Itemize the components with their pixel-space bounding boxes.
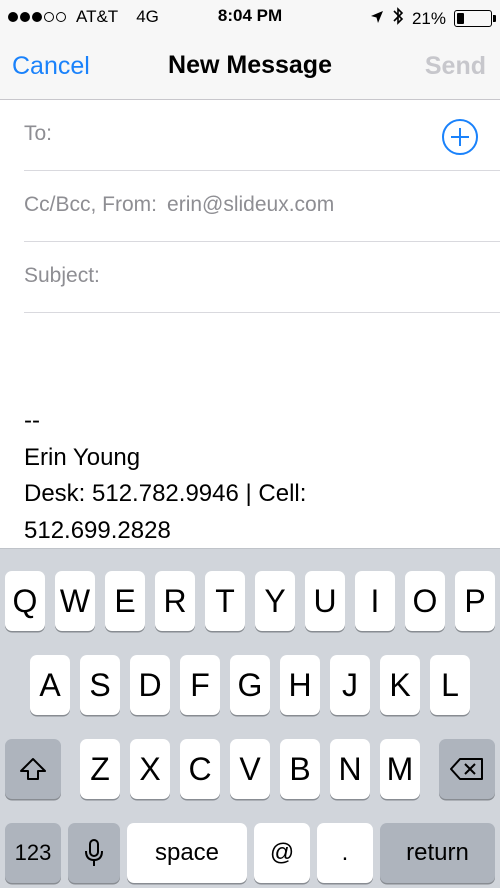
shift-icon: [19, 757, 47, 781]
cc-bcc-from-label: Cc/Bcc, From:: [24, 193, 158, 216]
add-contact-icon[interactable]: [442, 119, 478, 155]
key-j[interactable]: J: [330, 655, 370, 715]
key-k[interactable]: K: [380, 655, 420, 715]
key-z[interactable]: Z: [80, 739, 120, 799]
key-r[interactable]: R: [155, 571, 195, 631]
key-p[interactable]: P: [455, 571, 495, 631]
location-arrow-icon: [370, 9, 384, 29]
from-address: erin@slideux.com: [167, 193, 335, 216]
key-b[interactable]: B: [280, 739, 320, 799]
delete-icon: [450, 757, 484, 781]
key-s[interactable]: S: [80, 655, 120, 715]
key-m[interactable]: M: [380, 739, 420, 799]
key-f[interactable]: F: [180, 655, 220, 715]
key-c[interactable]: C: [180, 739, 220, 799]
at-key[interactable]: @: [254, 823, 310, 883]
cancel-button[interactable]: Cancel: [12, 52, 90, 81]
key-w[interactable]: W: [55, 571, 95, 631]
key-a[interactable]: A: [30, 655, 70, 715]
status-right: 21%: [370, 6, 496, 31]
bluetooth-icon: [392, 6, 404, 31]
keyboard: Q W E R T Y U I O P A S D F G H J K L Z …: [0, 548, 500, 888]
battery-percent: 21%: [411, 8, 446, 28]
signature-name: Erin Young: [24, 443, 141, 471]
key-q[interactable]: Q: [5, 571, 45, 631]
key-x[interactable]: X: [130, 739, 170, 799]
send-button[interactable]: Send: [425, 52, 486, 81]
to-label: To:: [24, 122, 53, 145]
key-d[interactable]: D: [130, 655, 170, 715]
signature-cell-number: 512.699.2828: [24, 516, 171, 544]
key-l[interactable]: L: [430, 655, 470, 715]
signature-separator: --: [24, 407, 40, 434]
key-y[interactable]: Y: [255, 571, 295, 631]
message-body[interactable]: -- Erin Young Desk: 512.782.9946 | Cell:…: [24, 403, 490, 549]
key-i[interactable]: I: [355, 571, 395, 631]
key-h[interactable]: H: [280, 655, 320, 715]
key-t[interactable]: T: [205, 571, 245, 631]
subject-field[interactable]: Subject:: [24, 242, 500, 313]
signature-phone-line: Desk: 512.782.9946 | Cell:: [24, 480, 307, 507]
microphone-icon: [84, 838, 104, 868]
cc-bcc-from-field[interactable]: Cc/Bcc, From: erin@slideux.com: [24, 171, 500, 242]
nav-bar: Cancel New Message Send: [0, 34, 500, 100]
status-bar: AT&T 4G 8:04 PM 21%: [0, 0, 500, 34]
key-o[interactable]: O: [405, 571, 445, 631]
key-e[interactable]: E: [105, 571, 145, 631]
to-field[interactable]: To:: [24, 100, 500, 171]
dictation-key[interactable]: [68, 823, 120, 883]
key-u[interactable]: U: [305, 571, 345, 631]
return-key[interactable]: return: [380, 823, 495, 883]
key-v[interactable]: V: [230, 739, 270, 799]
battery-icon: [454, 10, 496, 27]
key-g[interactable]: G: [230, 655, 270, 715]
numbers-key[interactable]: 123: [5, 823, 61, 883]
key-n[interactable]: N: [330, 739, 370, 799]
shift-key[interactable]: [5, 739, 61, 799]
subject-label: Subject:: [24, 264, 100, 287]
delete-key[interactable]: [439, 739, 495, 799]
period-key[interactable]: .: [317, 823, 373, 883]
space-key[interactable]: space: [127, 823, 247, 883]
